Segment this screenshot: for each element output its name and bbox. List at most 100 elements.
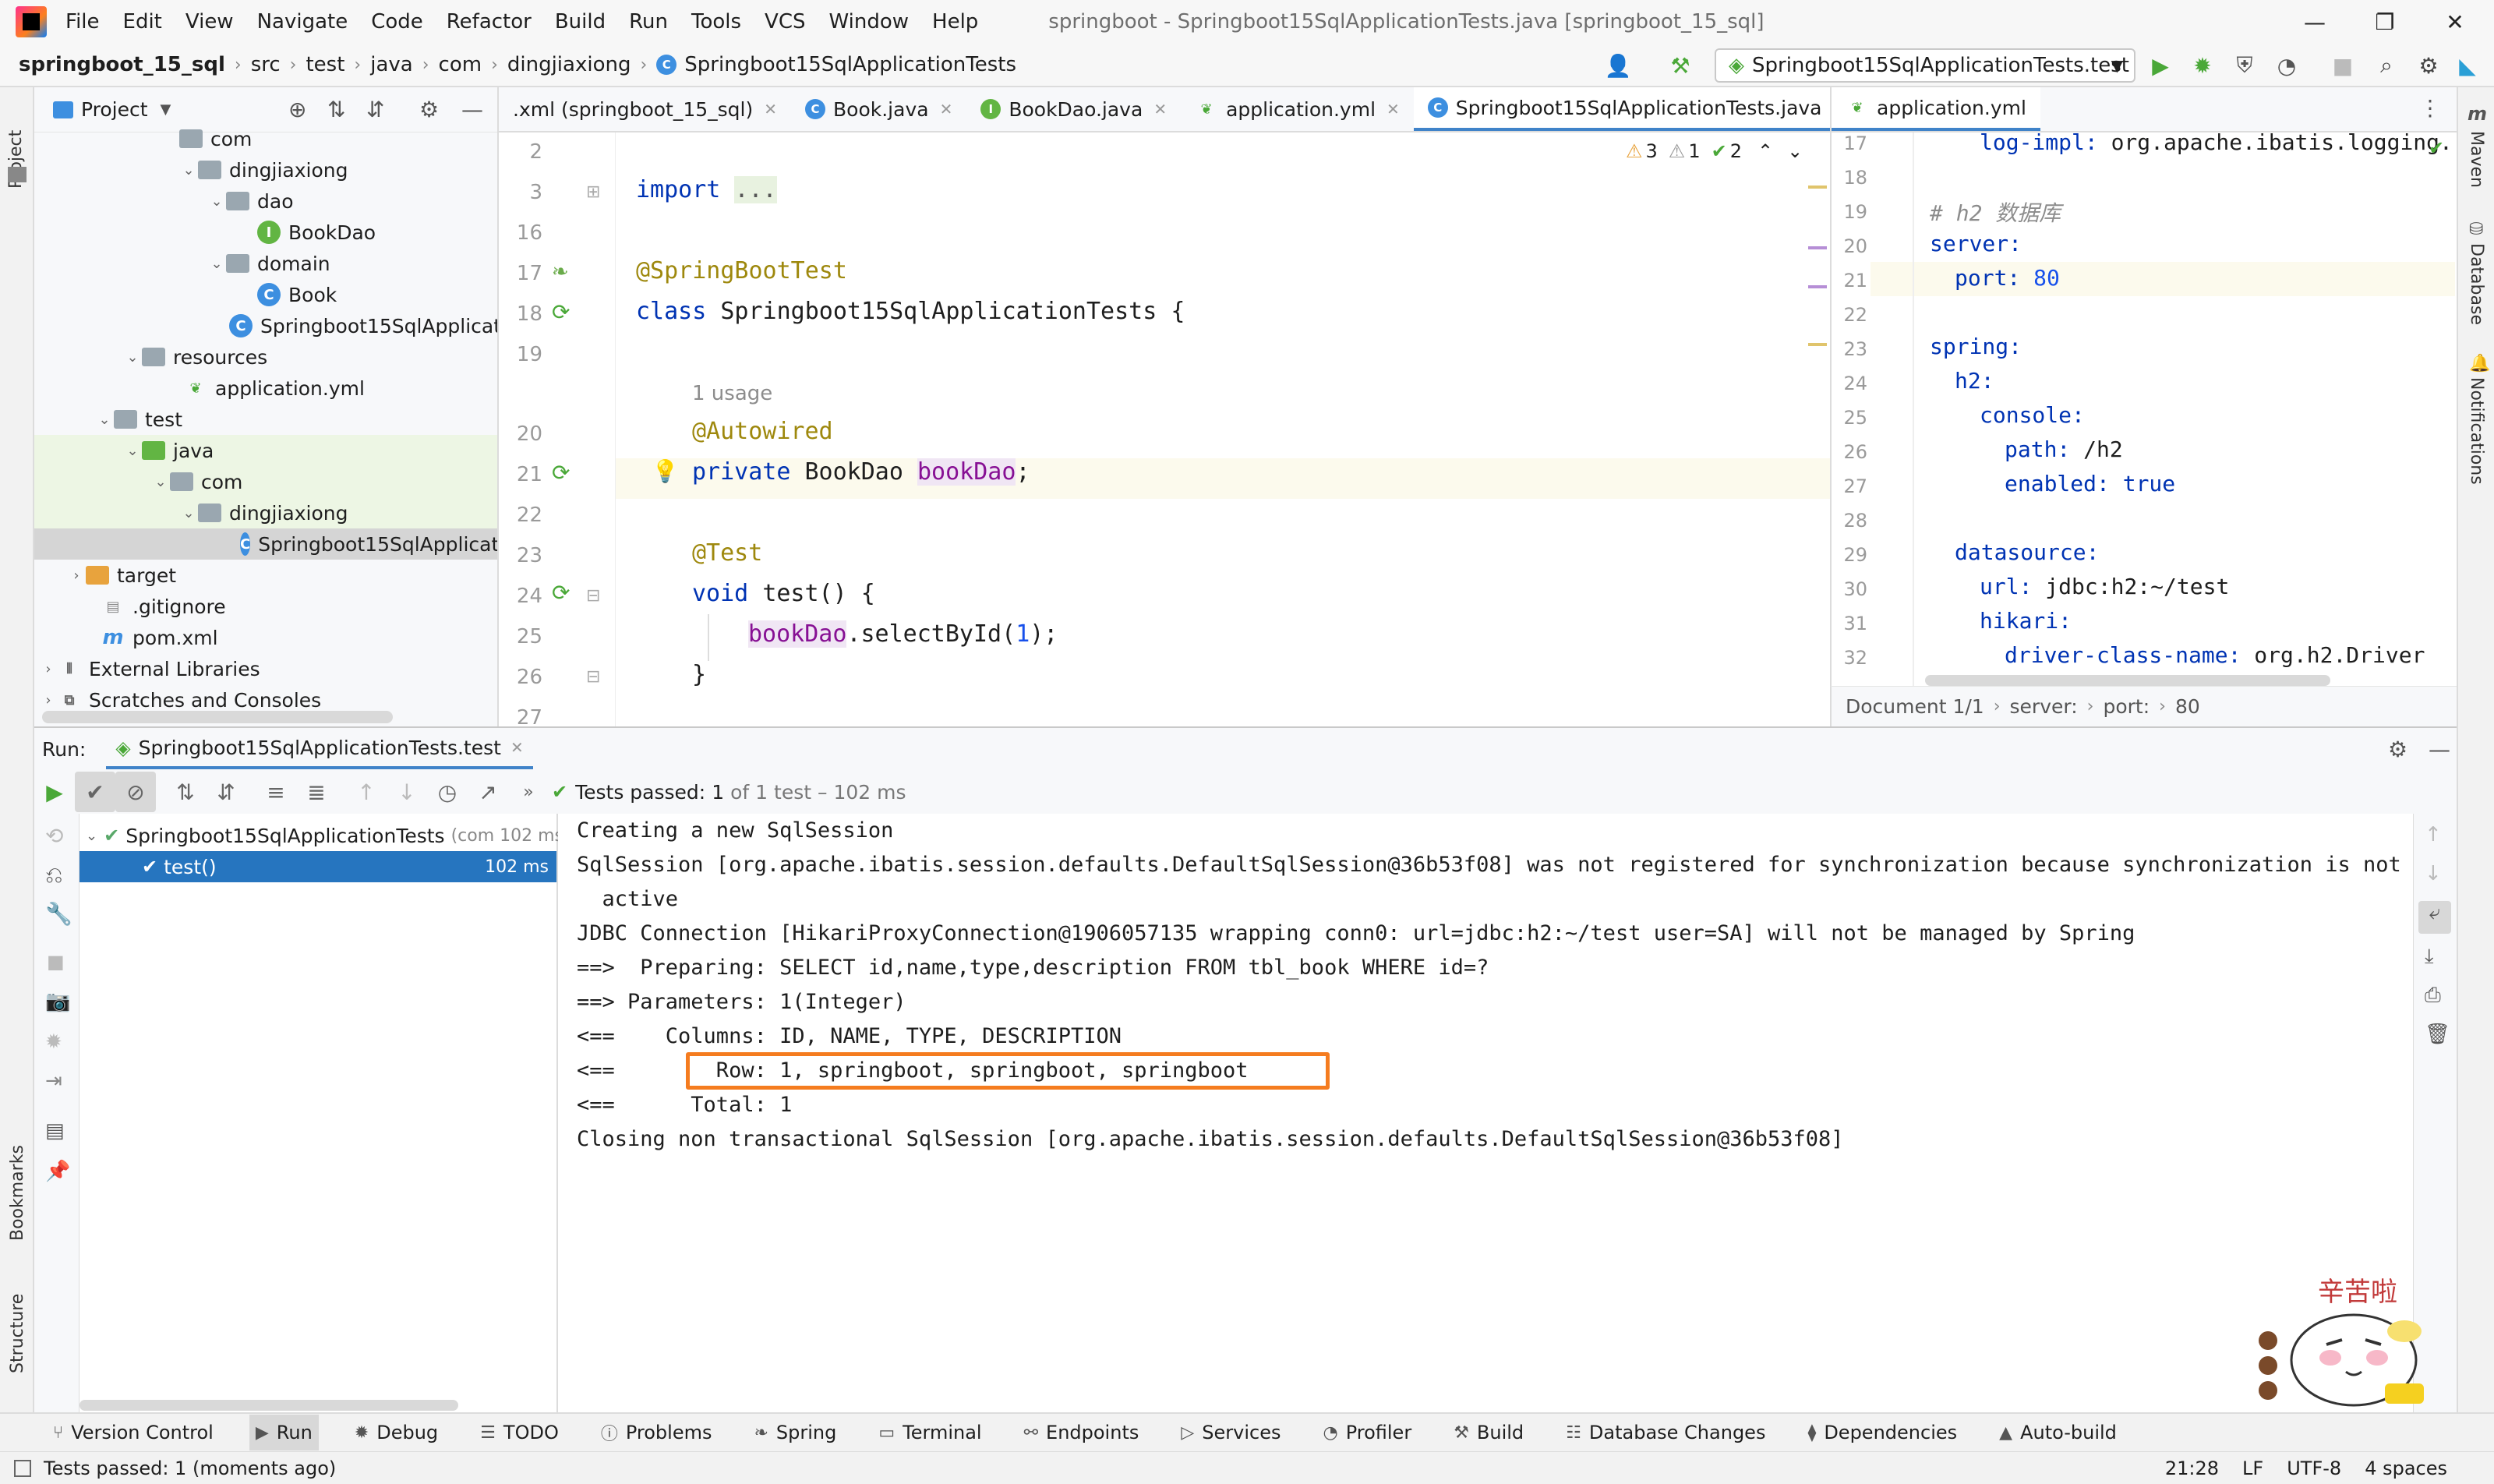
trash-icon[interactable]: 🗑 <box>2425 1023 2450 1046</box>
tool-terminal[interactable]: ▭ Terminal <box>872 1415 987 1450</box>
history-icon[interactable]: ◷ <box>427 772 468 812</box>
coverage-icon[interactable]: ⛨ <box>2232 52 2257 78</box>
menu-refactor[interactable]: Refactor <box>447 10 532 34</box>
breadcrumb-dingjiaxiong[interactable]: dingjiaxiong <box>507 53 631 76</box>
fold-icon[interactable]: ⊟ <box>586 667 600 687</box>
yml-breadcrumb-document[interactable]: Document 1/1 <box>1846 695 1984 718</box>
chevron-down-icon[interactable]: ⌄ <box>86 828 97 844</box>
menu-file[interactable]: File <box>65 10 100 34</box>
wrench-icon[interactable]: 🔧 <box>45 901 72 927</box>
toggle-auto-test-icon[interactable]: ⎌ <box>45 862 62 889</box>
caret-position[interactable]: 21:28 <box>2165 1458 2219 1479</box>
chevron-down-icon[interactable]: ⌄ <box>207 193 226 210</box>
debug-icon[interactable]: ✹ <box>45 1030 62 1054</box>
spring-bean-icon[interactable]: ❧ <box>552 260 569 284</box>
chevron-down-icon[interactable]: ⌄ <box>95 412 114 428</box>
expand-all-icon[interactable]: ⇅ <box>327 97 345 122</box>
menu-edit[interactable]: Edit <box>123 10 162 34</box>
close-icon[interactable]: ✕ <box>510 738 524 757</box>
test-suite-row[interactable]: ⌄ ✔ Springboot15SqlApplicationTests (com… <box>79 820 563 851</box>
yml-breadcrumb-value[interactable]: 80 <box>2175 695 2200 718</box>
arrow-down-icon[interactable]: ↓ <box>2425 862 2442 885</box>
notifications-tool-button[interactable]: Notifications <box>2467 377 2486 485</box>
status-message[interactable]: Tests passed: 1 (moments ago) <box>44 1458 336 1479</box>
indent-setting[interactable]: 4 spaces <box>2365 1458 2447 1479</box>
tool-dependencies[interactable]: ⧫ Dependencies <box>1801 1415 1963 1450</box>
file-encoding[interactable]: UTF-8 <box>2287 1458 2341 1479</box>
chevron-up-icon[interactable]: ⌃ <box>1757 140 1773 162</box>
layout-icon[interactable]: ▤ <box>45 1119 65 1143</box>
profile-icon[interactable]: ◔ <box>2274 53 2299 79</box>
database-tool-button[interactable]: Database <box>2467 243 2486 325</box>
maven-tool-button[interactable]: Maven <box>2467 131 2486 188</box>
tree-item-book[interactable]: C Book <box>257 279 337 310</box>
sort-alpha-icon[interactable]: ⇅ <box>165 772 206 812</box>
tree-item-pom[interactable]: m pom.xml <box>101 622 217 653</box>
print-icon[interactable]: ⎙ <box>2425 984 2441 1008</box>
console-output[interactable]: Creating a new SqlSession SqlSession [or… <box>558 814 2413 1412</box>
tool-build[interactable]: ⚒ Build <box>1447 1415 1530 1450</box>
menu-view[interactable]: View <box>185 10 234 34</box>
tree-item-test-dingjiaxiong[interactable]: ⌄ dingjiaxiong <box>34 497 497 528</box>
soft-wrap-icon[interactable]: ⤶ <box>2418 901 2451 934</box>
run-test-gutter-icon[interactable]: ⟳ <box>552 580 570 606</box>
collapse-all-icon[interactable]: ≣ <box>296 772 337 812</box>
gear-icon[interactable]: ⚙ <box>2416 53 2441 79</box>
stop-icon[interactable]: ■ <box>47 951 65 973</box>
run-configuration-select[interactable]: ◈ Springboot15SqlApplicationTests.test ▼ <box>1715 48 2135 83</box>
chevron-down-icon[interactable]: ⌄ <box>179 505 198 521</box>
tree-item-application-yml[interactable]: ❦ application.yml <box>184 373 365 404</box>
expand-all-icon[interactable]: ≡ <box>256 772 296 812</box>
minimize-icon[interactable]: — <box>2291 5 2338 39</box>
chevron-right-icon[interactable]: › <box>39 661 58 677</box>
hide-icon[interactable]: — <box>461 97 483 122</box>
chevron-down-icon[interactable]: ⌄ <box>123 349 142 366</box>
pin-icon[interactable]: 📌 <box>45 1160 70 1183</box>
user-icon[interactable]: 👤 <box>1605 53 1632 79</box>
run-test-gutter-icon[interactable]: ⟳ <box>552 299 570 325</box>
usage-hint[interactable]: 1 usage <box>692 382 772 405</box>
collapse-all-icon[interactable]: ⇵ <box>366 97 384 122</box>
locate-icon[interactable]: ⊕ <box>288 97 306 122</box>
tool-database-changes[interactable]: ☷ Database Changes <box>1560 1415 1772 1450</box>
close-icon[interactable]: ✕ <box>1387 100 1400 118</box>
autowired-gutter-icon[interactable]: ⟳ <box>552 460 570 486</box>
tree-item-dao[interactable]: ⌄ dao <box>207 186 293 217</box>
tree-item-test[interactable]: ⌄ test <box>95 404 182 435</box>
tool-endpoints[interactable]: ⚯ Endpoints <box>1018 1415 1146 1450</box>
rerun-failed-icon[interactable]: ⟲ <box>45 823 63 849</box>
tree-item-test-com[interactable]: ⌄ com <box>34 466 497 497</box>
structure-tool-button[interactable]: Structure <box>8 1294 27 1373</box>
hide-icon[interactable]: — <box>2429 737 2450 762</box>
exit-icon[interactable]: ⇥ <box>45 1069 62 1093</box>
close-icon[interactable]: ✕ <box>940 100 953 118</box>
export-icon[interactable]: ↗ <box>468 772 508 812</box>
debug-icon[interactable]: ✹ <box>2190 53 2215 79</box>
tool-auto-build[interactable]: ▲ Auto-build <box>1993 1415 2123 1450</box>
tree-item-dingjiaxiong[interactable]: ⌄ dingjiaxiong <box>179 154 348 186</box>
chevron-down-icon[interactable]: ⌄ <box>207 256 226 272</box>
arrow-up-icon[interactable]: ↑ <box>2425 823 2442 846</box>
sort-duration-icon[interactable]: ⇵ <box>206 772 246 812</box>
project-view-select[interactable]: Project <box>81 98 148 121</box>
breadcrumb-com[interactable]: com <box>439 53 482 76</box>
tool-todo[interactable]: ☰ TODO <box>474 1415 565 1450</box>
close-icon[interactable]: ✕ <box>2432 5 2478 39</box>
tab-application-yml[interactable]: ❦ application.yml ✕ <box>1181 87 1414 131</box>
tree-item-application-tests[interactable]: C Springboot15SqlApplicati <box>34 528 497 560</box>
show-passed-icon[interactable]: ✔ <box>75 772 115 812</box>
more-options-icon[interactable]: ⋮ <box>2419 95 2441 121</box>
build-hammer-icon[interactable]: ⚒ <box>1668 53 1693 79</box>
tab-bookdao-java[interactable]: I BookDao.java ✕ <box>966 87 1181 131</box>
bookmarks-tool-button[interactable]: Bookmarks <box>8 1145 27 1241</box>
close-icon[interactable]: ✕ <box>764 100 777 118</box>
breadcrumb-test[interactable]: test <box>306 53 344 76</box>
arrow-down-icon[interactable]: ↓ <box>387 772 427 812</box>
folded-imports[interactable]: ... <box>734 176 777 203</box>
horizontal-scrollbar[interactable] <box>79 1400 458 1411</box>
run-icon[interactable]: ▶ <box>2148 53 2173 79</box>
tool-windows-icon[interactable] <box>14 1459 31 1477</box>
run-tab[interactable]: ◈ Springboot15SqlApplicationTests.test ✕ <box>106 729 533 769</box>
yml-breadcrumb-port[interactable]: port: <box>2103 695 2150 718</box>
menu-window[interactable]: Window <box>829 10 910 34</box>
